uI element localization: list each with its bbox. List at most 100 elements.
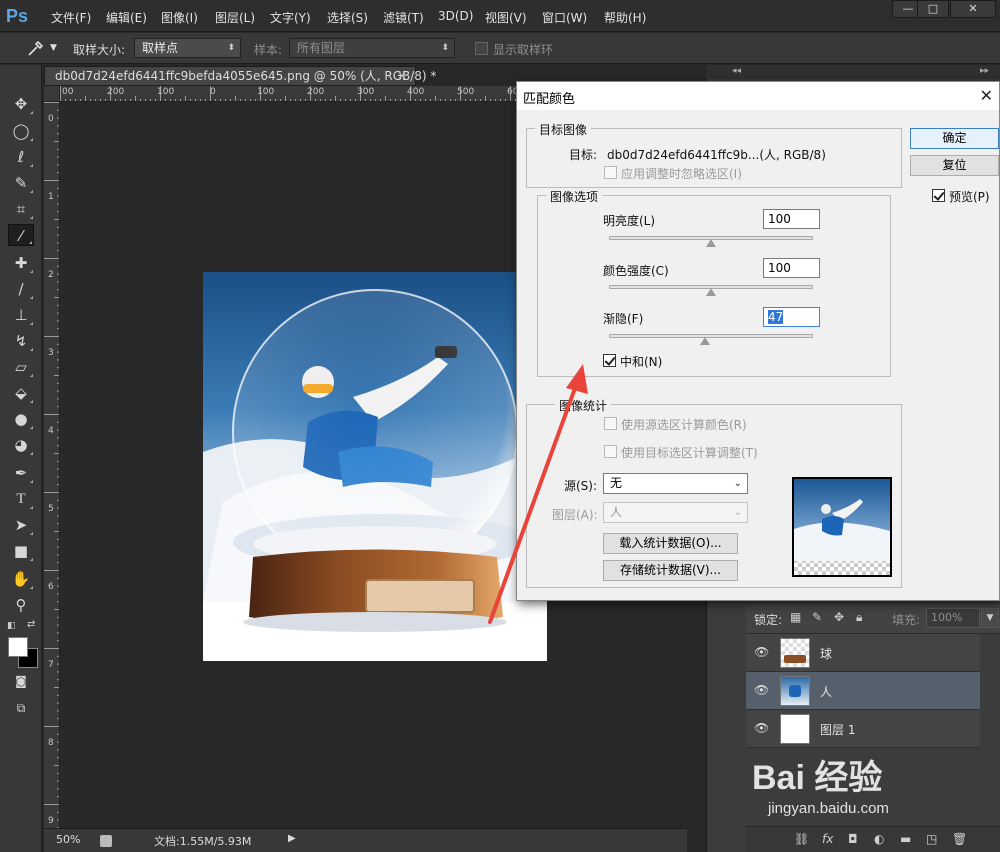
type-tool-icon[interactable]: T [8, 488, 34, 510]
folder-icon[interactable]: ▬ [900, 832, 911, 846]
menu-image[interactable]: 图像(I) [161, 9, 198, 26]
group-title: 图像选项 [546, 188, 603, 205]
intensity-input[interactable]: 100 [763, 258, 820, 278]
menu-edit[interactable]: 编辑(E) [106, 9, 147, 26]
play-arrow-icon[interactable]: ▶ [288, 833, 296, 844]
healing-brush-tool-icon[interactable]: ✚ [8, 252, 34, 274]
lasso-tool-icon[interactable]: ℓ [8, 146, 34, 168]
trash-icon[interactable]: 🗑︎ [952, 832, 967, 846]
eye-icon[interactable]: 👁︎ [754, 645, 769, 659]
crop-tool-icon[interactable]: ⌗ [8, 198, 34, 220]
pen-tool-icon[interactable]: ✒ [8, 462, 34, 484]
tool-preset-arrow-icon[interactable]: ▼ [50, 43, 57, 53]
fx-icon[interactable]: fx [822, 832, 833, 846]
show-ring-checkbox[interactable] [475, 42, 488, 55]
lock-pixels-icon[interactable]: ✎ [812, 610, 822, 624]
menu-filter[interactable]: 滤镜(T) [383, 9, 424, 26]
foreground-color-swatch[interactable] [8, 637, 28, 657]
menu-select[interactable]: 选择(S) [327, 9, 368, 26]
close-icon[interactable]: ✕ [397, 67, 407, 85]
fade-slider[interactable] [609, 334, 813, 345]
load-statistics-button[interactable]: 载入统计数据(O)... [603, 533, 738, 554]
paint-bucket-tool-icon[interactable]: ⬙ [8, 382, 34, 404]
fill-input[interactable]: 100% ▼ [926, 608, 999, 628]
use-source-selection-checkbox[interactable] [604, 417, 617, 430]
luminance-value: 100 [768, 212, 791, 226]
restore-button[interactable]: □ [917, 0, 949, 18]
menu-window[interactable]: 窗口(W) [542, 9, 587, 26]
ruler-origin[interactable] [44, 86, 60, 102]
ignore-selection-checkbox[interactable] [604, 166, 617, 179]
layer-select[interactable]: 人 ⌄ [603, 502, 748, 523]
document-tab[interactable]: db0d7d24efd6441ffc9befda4055e645.png @ 5… [44, 66, 436, 86]
layer-row[interactable]: 👁︎ 人 [746, 672, 980, 710]
path-select-tool-icon[interactable]: ➤ [8, 514, 34, 536]
marquee-tool-icon[interactable]: ◯ [8, 120, 34, 142]
luminance-slider[interactable] [609, 236, 813, 247]
sample-size-select[interactable]: 取样点 ⬍ [134, 38, 241, 58]
lock-all-icon[interactable]: 🔒︎ [856, 610, 862, 625]
adjustment-icon[interactable]: ◐ [874, 832, 884, 846]
save-statistics-button[interactable]: 存储统计数据(V)... [603, 560, 738, 581]
link-icon[interactable]: ⛓︎ [794, 832, 809, 846]
menu-3d[interactable]: 3D(D) [438, 9, 473, 23]
fade-input[interactable]: 47 [763, 307, 820, 327]
eraser-tool-icon[interactable]: ▱ [8, 356, 34, 378]
luminance-slider-thumb[interactable] [706, 239, 716, 247]
zoom-level[interactable]: 50% [56, 833, 80, 846]
brush-tool-icon[interactable]: ∕ [8, 278, 34, 300]
swap-colors-icon[interactable]: ⇄ [27, 619, 35, 630]
sample-select[interactable]: 所有图层 ⬍ [289, 38, 455, 58]
eye-icon[interactable]: 👁︎ [754, 721, 769, 735]
menu-view[interactable]: 视图(V) [485, 9, 527, 26]
neutralize-checkbox[interactable] [603, 354, 616, 367]
horizontal-ruler[interactable]: 00 200 100 0 100 200 300 400 500 600 [60, 86, 520, 102]
source-select[interactable]: 无 ⌄ [603, 473, 748, 494]
intensity-slider-thumb[interactable] [706, 288, 716, 296]
chevron-down-icon[interactable]: ▼ [981, 608, 999, 628]
quick-mask-icon[interactable]: ◙ [8, 670, 34, 692]
ok-button[interactable]: 确定 [910, 128, 999, 149]
luminance-input[interactable]: 100 [763, 209, 820, 229]
screen-mode-icon[interactable]: ⧉ [8, 697, 34, 719]
blur-tool-icon[interactable]: ● [8, 408, 34, 430]
zoom-tool-icon[interactable]: ⚲ [8, 594, 34, 616]
app-logo: Ps [6, 6, 29, 26]
history-brush-tool-icon[interactable]: ↯ [8, 330, 34, 352]
dodge-tool-icon[interactable]: ◕ [8, 434, 34, 456]
layer-row[interactable]: 👁︎ 球 [746, 634, 980, 672]
fade-label: 渐隐(F) [603, 312, 644, 326]
ruler-label: 0 [210, 87, 216, 97]
move-tool-icon[interactable]: ✥ [8, 93, 34, 115]
eyedropper-tool-icon[interactable]: ⁄ [8, 224, 34, 246]
clone-stamp-tool-icon[interactable]: ⊥ [8, 304, 34, 326]
rectangle-tool-icon[interactable]: ■ [8, 540, 34, 562]
neutralize-label: 中和(N) [620, 355, 663, 369]
eyedropper-icon[interactable] [26, 40, 44, 58]
lock-position-icon[interactable]: ✥ [834, 610, 844, 624]
lock-transparent-icon[interactable]: ▦ [790, 610, 801, 624]
sample-size-label: 取样大小: [73, 43, 126, 57]
quick-select-tool-icon[interactable]: ✎ [8, 172, 34, 194]
intensity-slider[interactable] [609, 285, 813, 296]
default-colors-icon[interactable]: ◧ [7, 621, 16, 631]
close-button[interactable]: ✕ [950, 0, 996, 18]
menu-file[interactable]: 文件(F) [51, 9, 91, 26]
panel-collapse[interactable]: ◂◂ ▸▸ [706, 65, 1000, 79]
eye-icon[interactable]: 👁︎ [754, 683, 769, 697]
fade-slider-thumb[interactable] [699, 337, 710, 345]
vertical-ruler[interactable]: 0 1 2 3 4 5 6 7 8 9 [44, 102, 60, 828]
use-target-selection-checkbox[interactable] [604, 445, 617, 458]
preview-checkbox[interactable] [932, 189, 945, 202]
new-layer-icon[interactable]: ◳ [926, 832, 937, 846]
share-icon[interactable] [100, 835, 112, 847]
layer-row[interactable]: 👁︎ 图层 1 [746, 710, 980, 748]
mask-icon[interactable]: ◘ [848, 832, 858, 846]
menu-type[interactable]: 文字(Y) [270, 9, 311, 26]
dialog-titlebar[interactable]: 匹配颜色 ✕ [517, 82, 999, 110]
menu-layer[interactable]: 图层(L) [215, 9, 255, 26]
menu-help[interactable]: 帮助(H) [604, 9, 646, 26]
reset-button[interactable]: 复位 [910, 155, 999, 176]
hand-tool-icon[interactable]: ✋ [8, 568, 34, 590]
close-icon[interactable]: ✕ [980, 86, 993, 105]
